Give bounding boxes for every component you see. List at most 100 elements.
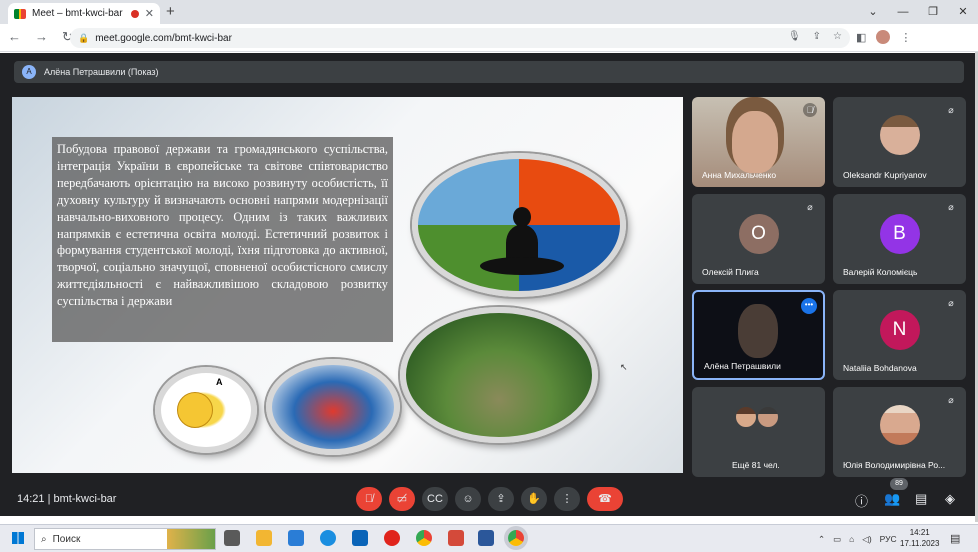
recording-dot-icon (130, 9, 139, 18)
mic-muted-icon: ⌀ (948, 395, 954, 405)
tab-search-icon[interactable]: ⌄ (858, 0, 888, 24)
presentation-slide: Побудова правової держави та громадянськ… (12, 97, 683, 473)
people-icon[interactable]: 👥 (884, 491, 900, 507)
file-explorer-icon[interactable] (256, 530, 272, 546)
participant-thumb (734, 405, 758, 429)
participant-name: Юлія Володимирівна Ро... (843, 460, 946, 470)
network-icon[interactable]: ⌂ (849, 534, 854, 544)
back-button[interactable]: ← (8, 29, 21, 45)
camera-off-button[interactable]: ▭̸ (389, 487, 415, 511)
close-tab-icon[interactable]: ✕ (145, 7, 154, 20)
windows-start-icon[interactable] (12, 532, 24, 544)
leave-call-button[interactable]: ☎ (587, 487, 623, 511)
battery-icon[interactable]: ▭ (833, 534, 841, 545)
mic-muted-icon: ⌀ (807, 202, 813, 212)
menu-icon[interactable]: ⋮ (900, 31, 911, 44)
close-window-button[interactable]: ✕ (948, 0, 978, 24)
participant-tile[interactable]: ⌀ Юлія Володимирівна Ро... (833, 387, 966, 477)
system-tray: ⌃ ▭ ⌂ ◁) РУС (818, 528, 897, 550)
volume-icon[interactable]: ◁) (862, 534, 871, 545)
meditation-silhouette (480, 207, 564, 287)
tray-chevron-icon[interactable]: ⌃ (818, 534, 825, 545)
participant-photo (879, 405, 920, 445)
profile-avatar[interactable] (876, 30, 891, 44)
participant-name: Олексій Плига (702, 267, 759, 277)
word-icon[interactable] (478, 530, 494, 546)
browser-toolbar: ← → ↻ 🔒 meet.google.com/bmt-kwci-bar 🎙 ⇪… (0, 24, 978, 52)
minimize-button[interactable]: — (888, 0, 918, 24)
forward-button[interactable]: → (35, 29, 48, 45)
raise-hand-button[interactable]: ✋ (521, 487, 547, 511)
participant-name: Валерій Коломієць (843, 267, 918, 277)
group-outdoor-image (400, 307, 598, 443)
opera-icon[interactable] (384, 530, 400, 546)
search-icon: ⌕ (41, 533, 47, 545)
more-options-button[interactable]: ⋮ (554, 487, 580, 511)
more-options-icon[interactable]: ••• (801, 298, 817, 314)
participant-tile[interactable]: 🎙̸ Анна Михальченко (692, 97, 825, 187)
participant-tile-active[interactable]: ••• Алёна Петрашвили (692, 290, 825, 380)
activities-icon[interactable]: ◈ (945, 491, 955, 507)
participant-avatar: N (879, 310, 920, 350)
search-placeholder: Поиск (52, 533, 81, 545)
mouse-cursor-icon: ↖ (620, 362, 628, 372)
participant-tile[interactable]: ⌀ О Олексій Плига (692, 194, 825, 284)
more-participants-tile[interactable]: Ещё 81 чел. (692, 387, 825, 477)
share-icon[interactable]: ⇪ (813, 31, 821, 42)
presenter-label: Алёна Петрашвили (Показ) (44, 67, 159, 77)
chat-icon[interactable]: ▤ (915, 491, 927, 507)
participant-name: Алёна Петрашвили (704, 361, 781, 371)
task-view-icon[interactable] (224, 530, 240, 546)
participant-avatar: В (879, 214, 920, 254)
captions-button[interactable]: CC (422, 487, 448, 511)
edge-icon[interactable] (320, 530, 336, 546)
meet-window: A Алёна Петрашвили (Показ) Побудова прав… (0, 53, 978, 516)
store-icon[interactable] (288, 530, 304, 546)
notifications-icon[interactable]: ▤ (950, 532, 960, 545)
slide-text: Побудова правової держави та громадянськ… (52, 137, 393, 342)
language-indicator[interactable]: РУС (880, 534, 897, 544)
meeting-code: bmt-kwci-bar (53, 493, 117, 505)
mic-muted-icon: ⌀ (948, 298, 954, 308)
mic-muted-icon: ⌀ (948, 105, 954, 115)
participant-photo (879, 115, 920, 155)
app-icon[interactable] (448, 530, 464, 546)
bookmark-star-icon[interactable]: ☆ (833, 31, 842, 42)
participant-video (732, 111, 778, 173)
meet-controls-bar: 14:21 | bmt-kwci-bar 🎙̸ ▭̸ CC ☺ ⇪ ✋ ⋮ ☎ … (0, 478, 978, 516)
side-panel-icon[interactable]: ◧ (856, 31, 866, 44)
url-text: meet.google.com/bmt-kwci-bar (95, 32, 232, 44)
screen: Meet – bmt-kwci-bar ✕ + ⌄ — ❐ ✕ ← → ↻ 🔒 … (0, 0, 978, 552)
participant-count-badge: 89 (890, 478, 908, 490)
search-highlight-image (167, 529, 215, 549)
browser-tab[interactable]: Meet – bmt-kwci-bar ✕ (8, 3, 160, 24)
taskbar-date: 17.11.2023 (900, 539, 940, 548)
meeting-time: 14:21 | bmt-kwci-bar (17, 493, 117, 505)
participant-thumb (756, 405, 780, 429)
taskbar-search-box[interactable]: ⌕ Поиск (34, 528, 216, 550)
participant-tile[interactable]: ⌀ В Валерій Коломієць (833, 194, 966, 284)
present-screen-button[interactable]: ⇪ (488, 487, 514, 511)
chrome-active-icon[interactable] (508, 530, 524, 546)
meet-favicon-icon (14, 8, 26, 19)
participant-avatar: О (738, 214, 779, 254)
restore-button[interactable]: ❐ (918, 0, 948, 24)
taskbar-clock[interactable]: 14:21 17.11.2023 (900, 527, 939, 549)
mic-muted-icon: 🎙̸ (803, 103, 817, 117)
windows-taskbar: ⌕ Поиск ⌃ ▭ ⌂ ◁) РУС 14:21 17.11.2023 ▤ (0, 524, 978, 552)
participant-name: Анна Михальченко (702, 170, 777, 180)
chrome-icon[interactable] (416, 530, 432, 546)
meeting-info-icon[interactable]: ⓘ (855, 491, 868, 510)
participant-tile[interactable]: ⌀ N Nataliia Bohdanova (833, 290, 966, 380)
reactions-button[interactable]: ☺ (455, 487, 481, 511)
mic-off-button[interactable]: 🎙̸ (356, 487, 382, 511)
presenter-avatar: A (22, 65, 36, 79)
browser-tab-strip: Meet – bmt-kwci-bar ✕ + ⌄ — ❐ ✕ (0, 0, 978, 24)
mail-icon[interactable] (352, 530, 368, 546)
mic-muted-icon: ⌀ (948, 202, 954, 212)
new-tab-button[interactable]: + (166, 3, 175, 20)
address-bar[interactable]: 🔒 meet.google.com/bmt-kwci-bar 🎙 ⇪ ☆ (70, 28, 850, 48)
participant-tile[interactable]: ⌀ Oleksandr Kupriyanov (833, 97, 966, 187)
microphone-icon[interactable]: 🎙 (788, 31, 801, 42)
presenter-bar: A Алёна Петрашвили (Показ) (14, 61, 964, 83)
